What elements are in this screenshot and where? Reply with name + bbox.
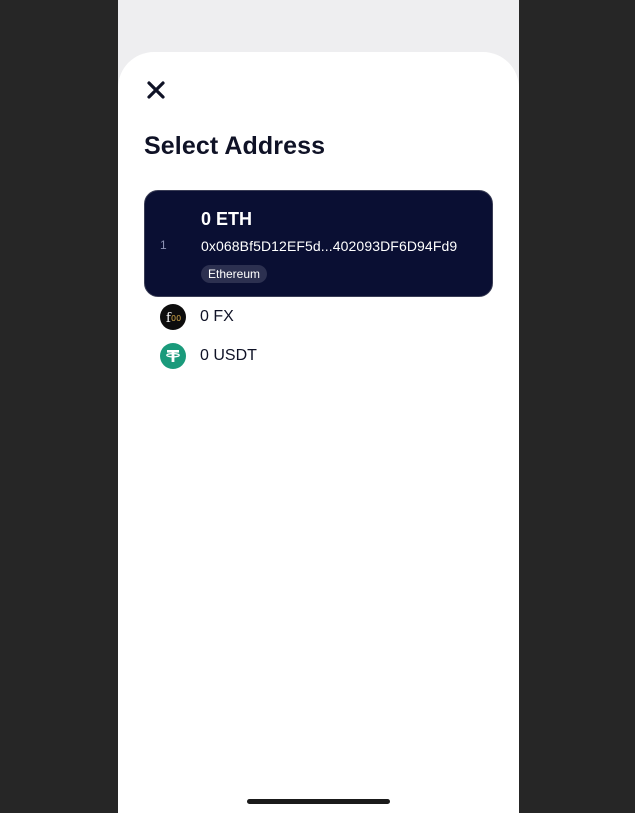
page-title: Select Address	[144, 132, 326, 160]
fx-token-icon: f 00	[160, 304, 186, 330]
select-address-sheet: Select Address 1 0 ETH 0x068Bf5D12EF5d..…	[118, 52, 519, 813]
network-badge: Ethereum	[201, 265, 268, 283]
close-button[interactable]	[144, 78, 168, 102]
usdt-token-icon	[160, 343, 186, 369]
svg-text:00: 00	[171, 314, 181, 323]
address-amount: 0 ETH	[201, 209, 253, 229]
token-label: 0 USDT	[200, 347, 257, 364]
phone-screen: Select Address 1 0 ETH 0x068Bf5D12EF5d..…	[118, 0, 519, 813]
close-icon	[147, 81, 165, 99]
address-card-eth[interactable]: 1 0 ETH 0x068Bf5D12EF5d...402093DF6D94Fd…	[144, 190, 493, 297]
token-label: 0 FX	[200, 308, 234, 325]
address-index: 1	[160, 238, 167, 252]
token-row-usdt[interactable]: 0 USDT	[160, 342, 480, 370]
token-row-fx[interactable]: f 00 0 FX	[160, 303, 480, 331]
address-value: 0x068Bf5D12EF5d...402093DF6D94Fd9	[201, 238, 458, 254]
home-indicator[interactable]	[247, 799, 390, 804]
